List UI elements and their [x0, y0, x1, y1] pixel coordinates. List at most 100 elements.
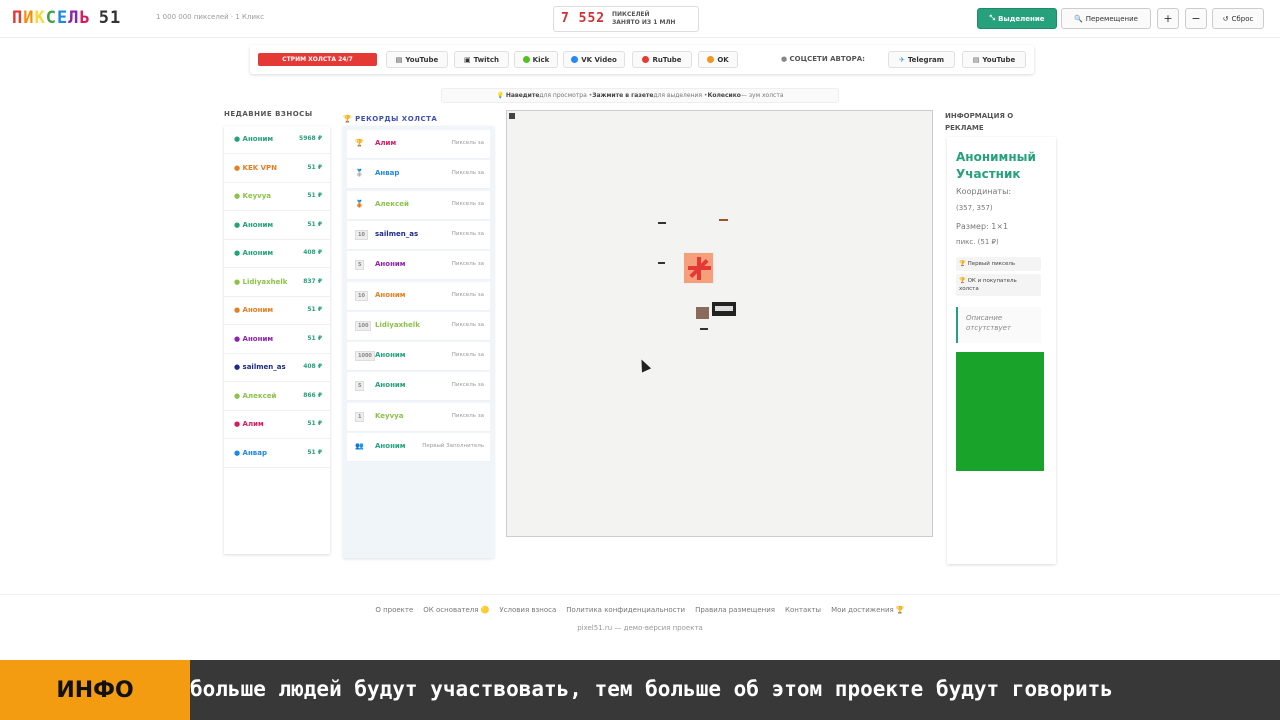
recent-donation-row[interactable]: ● Аноним 51 ₽	[224, 212, 330, 240]
live-stream-badge[interactable]: СТРИМ ХОЛСТА 24/7	[258, 53, 377, 66]
record-row[interactable]: 🥈 Анвар Пиксель за	[347, 160, 490, 190]
select-mode-button[interactable]: ⤡ Выделение	[977, 8, 1057, 29]
recent-donation-row[interactable]: ● Аноним 5968 ₽	[224, 126, 330, 154]
footer-divider	[0, 594, 1280, 595]
platform-kick[interactable]: Kick	[514, 51, 558, 68]
donor-name: ● Keyvya	[234, 192, 271, 200]
hint-key: Зажмите в газете	[592, 92, 654, 99]
donor-name-text: Анвар	[242, 448, 267, 457]
recent-donation-row[interactable]: ● Анвар 51 ₽	[224, 440, 330, 468]
record-row[interactable]: 🏆 Алим Пиксель за	[347, 130, 490, 159]
dot-icon: ●	[234, 249, 241, 257]
platform-ok[interactable]: OK	[698, 51, 738, 68]
medal-icon: 🥉	[355, 199, 364, 208]
platform-label: Kick	[532, 55, 550, 64]
logo-letter: П	[12, 8, 24, 28]
zoom-out-button[interactable]: −	[1185, 8, 1207, 29]
hint-key: Наведите	[505, 92, 540, 99]
ticker-label: ИНФО	[0, 660, 190, 720]
footer-links: О проекте ОК основателя 🟡 Условия взноса По…	[0, 606, 1280, 614]
pixel-block	[700, 328, 708, 330]
counter-caption-line: ЗАНЯТО ИЗ 1 МЛН	[612, 19, 676, 26]
recent-donation-row[interactable]: ● Аноним 408 ₽	[224, 240, 330, 268]
recent-donation-row[interactable]: ● Аноним 51 ₽	[224, 326, 330, 354]
shield-icon: ●	[781, 55, 788, 63]
record-row[interactable]: 10 sailmen_as Пиксель за	[347, 220, 490, 250]
dot-icon: ●	[234, 306, 241, 314]
record-row[interactable]: 5 Аноним Пиксель за	[347, 251, 490, 281]
record-rank-badge: 100	[355, 320, 372, 331]
donation-amount: 51 ₽	[307, 192, 322, 199]
recent-donation-row[interactable]: ● Аноним 51 ₽	[224, 297, 330, 325]
platform-twitch[interactable]: ▣ Twitch	[454, 51, 509, 68]
platform-vk-video[interactable]: VK Video	[563, 51, 625, 68]
footer-link[interactable]: О проекте	[375, 606, 413, 614]
recent-donations-panel: ● Аноним 5968 ₽ ● KEK VPN 51 ₽ ● Keyvya 51 ₽ ●…	[224, 126, 330, 554]
reset-button[interactable]: ↺ Сброс	[1212, 8, 1264, 29]
record-rank-badge: 5	[355, 260, 365, 271]
film-icon: ▤	[395, 55, 403, 64]
medal-icon: 👥	[355, 442, 364, 450]
record-description: Пиксель за	[451, 412, 484, 419]
record-row[interactable]: 🥉 Алексей Пиксель за	[347, 190, 490, 220]
recent-donation-row[interactable]: ● Алим 51 ₽	[224, 411, 330, 439]
author-telegram[interactable]: ✈ Telegram	[888, 51, 955, 68]
social-bar: СТРИМ ХОЛСТА 24/7 ▤ YouTube ▣ Twitch Kick …	[250, 45, 1034, 74]
ad-info-panel: Анонимный Участник Координаты: (357, 357…	[947, 137, 1056, 564]
counter-caption-line: ПИКСЕЛЕЙ	[612, 11, 650, 18]
ok-icon	[707, 56, 715, 63]
minus-icon: −	[1191, 12, 1201, 25]
record-rank-badge: 10	[355, 229, 368, 240]
footer-link[interactable]: Политика конфиденциальности	[566, 606, 685, 614]
logo-letter: К	[34, 8, 46, 28]
record-row[interactable]: 5 Аноним Пиксель за	[347, 372, 490, 402]
record-description: Пиксель за	[451, 230, 484, 237]
recent-donation-row[interactable]: ● Lidiyaxhelk 837 ₽	[224, 269, 330, 297]
record-rank-badge: 5	[355, 381, 365, 392]
record-row[interactable]: 10 Аноним Пиксель за	[347, 281, 490, 311]
counter-caption: ПИКСЕЛЕЙ ЗАНЯТО ИЗ 1 МЛН	[612, 11, 675, 27]
platform-youtube[interactable]: ▤ YouTube	[386, 51, 448, 68]
records-title: 🏆 РЕКОРДЫ ХОЛСТА	[343, 115, 437, 123]
pixel-image-block	[712, 302, 736, 316]
record-holder-name: Анвар	[375, 169, 400, 178]
donor-name-text: Аноним	[242, 334, 274, 343]
ad-size-label: Размер: 1×1	[956, 222, 1009, 231]
donation-amount: 51 ₽	[307, 163, 322, 171]
pixel-block	[719, 219, 728, 221]
platform-rutube[interactable]: RuTube	[632, 51, 692, 68]
record-row[interactable]: 1000 Аноним Пиксель за	[347, 342, 490, 372]
donor-name-text: sailmen_as	[242, 363, 286, 371]
pixel-counter: 7 552 ПИКСЕЛЕЙ ЗАНЯТО ИЗ 1 МЛН	[553, 6, 699, 32]
record-row[interactable]: 100 Lidiyaxhelk Пиксель за	[347, 311, 490, 341]
move-mode-button[interactable]: 🔍 Перемещение	[1061, 8, 1151, 29]
move-mode-label: Перемещение	[1085, 14, 1138, 23]
hint-text: для просмотра •	[539, 92, 593, 99]
plus-icon: +	[1163, 12, 1173, 25]
footer-link[interactable]: Правила размещения	[695, 606, 775, 614]
ad-info-title: ИНФОРМАЦИЯ О РЕКЛАМЕ	[945, 110, 1013, 134]
donation-amount: 51 ₽	[307, 448, 322, 456]
record-row[interactable]: 1 Keyvya Пиксель за	[347, 402, 490, 432]
logo[interactable]: ПИКСЕЛЬ 51	[12, 8, 121, 28]
footer-link[interactable]: ОК основателя 🟡	[423, 606, 489, 614]
record-description: Пиксель за	[451, 140, 484, 146]
dot-icon: ●	[234, 277, 241, 286]
recent-donation-row[interactable]: ● Алексей 866 ₽	[224, 383, 330, 411]
footer-link[interactable]: Условия взноса	[499, 606, 556, 614]
pixel-canvas[interactable]	[506, 110, 933, 537]
record-holder-name: Аноним	[375, 260, 406, 269]
recent-donation-row[interactable]: ● KEK VPN 51 ₽	[224, 155, 330, 183]
ad-badge-first-pixel: 🏆 Первый пиксель	[956, 257, 1041, 271]
author-socials-label: ● СОЦСЕТИ АВТОРА:	[781, 55, 865, 63]
recent-donation-row[interactable]: ● Keyvya 51 ₽	[224, 183, 330, 211]
record-row[interactable]: 👥 Аноним Первый Заполнитель	[347, 433, 490, 462]
zoom-in-button[interactable]: +	[1157, 8, 1179, 29]
footer-link[interactable]: Контакты	[785, 606, 821, 614]
medal-icon: 🥈	[355, 169, 364, 178]
donation-amount: 837 ₽	[303, 277, 322, 285]
recent-donation-row[interactable]: ● sailmen_as 408 ₽	[224, 354, 330, 382]
logo-letter: С	[45, 8, 57, 28]
footer-link[interactable]: Мои достижения 🏆	[831, 606, 905, 614]
author-youtube[interactable]: ▤ YouTube	[962, 51, 1026, 68]
